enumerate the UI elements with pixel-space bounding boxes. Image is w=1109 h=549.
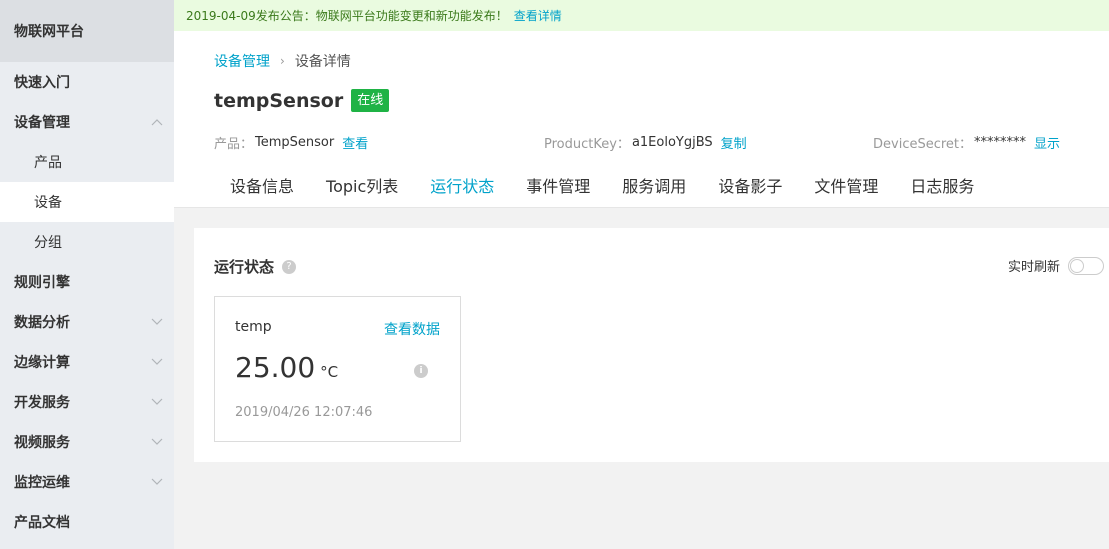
device-tabs: 设备信息 Topic列表 运行状态 事件管理 服务调用 设备影子 文件管理 日志服务 (214, 167, 990, 208)
device-header: 设备管理 › 设备详情 tempSensor 在线 产品： TempSensor… (174, 31, 1109, 208)
sidebar-title: 物联网平台 (0, 0, 174, 62)
sidebar-item[interactable]: 分组 (0, 222, 174, 262)
device-meta-row: 产品： TempSensor 查看 ProductKey： a1EoloYgjB… (214, 133, 1094, 153)
runtime-status-panel: 运行状态 ? 实时刷新 temp 查看数据 25.00 °C i 2019/04… (194, 228, 1109, 462)
chevron-down-icon[interactable] (150, 395, 164, 409)
chevron-down-icon[interactable] (150, 435, 164, 449)
device-name: tempSensor (214, 89, 344, 112)
sidebar-item-label: 设备管理 (14, 115, 70, 131)
sidebar-item-label: 产品文档 (14, 515, 70, 531)
sidebar-item-label: 开发服务 (14, 395, 70, 411)
realtime-refresh: 实时刷新 (1008, 256, 1104, 275)
realtime-refresh-label: 实时刷新 (1007, 260, 1060, 275)
panel-title-row: 运行状态 ? (214, 256, 297, 277)
devicesecret-value: ******** (974, 135, 1027, 150)
sidebar-item-label: 产品 (34, 155, 62, 171)
device-title-row: tempSensor 在线 (214, 89, 390, 112)
sidebar-item-label: 设备 (34, 195, 62, 211)
tab[interactable]: 设备影子 (702, 167, 798, 208)
view-product-link[interactable]: 查看 (342, 133, 368, 152)
breadcrumb: 设备管理 › 设备详情 (214, 51, 351, 71)
breadcrumb-device-detail: 设备详情 (294, 54, 351, 70)
tab[interactable]: 设备信息 (214, 167, 310, 208)
chevron-down-icon[interactable] (150, 475, 164, 489)
sidebar-item[interactable]: 产品 (0, 142, 174, 182)
header-divider (174, 207, 1109, 208)
sidebar-item[interactable]: 数据分析 (0, 302, 174, 342)
property-unit: °C (320, 363, 339, 381)
chevron-down-icon[interactable] (150, 355, 164, 369)
announcement-bar: 2019-04-09发布公告：物联网平台功能变更和新功能发布！ 查看详情 (174, 0, 1109, 31)
property-card: temp 查看数据 25.00 °C i 2019/04/26 12:07:46 (214, 296, 461, 442)
tab[interactable]: 日志服务 (894, 167, 990, 208)
sidebar-item-label: 规则引擎 (14, 275, 70, 291)
sidebar-item[interactable]: 产品文档 (0, 502, 174, 542)
sidebar-item-label: 视频服务 (14, 435, 70, 451)
sidebar-item-label: 快速入门 (14, 75, 70, 91)
sidebar: 物联网平台 快速入门设备管理产品设备分组规则引擎数据分析边缘计算开发服务视频服务… (0, 0, 174, 549)
product-meta: 产品： TempSensor 查看 (214, 133, 368, 152)
info-icon[interactable]: i (414, 364, 428, 378)
sidebar-item[interactable]: 视频服务 (0, 422, 174, 462)
tab[interactable]: 事件管理 (510, 167, 606, 208)
product-value: TempSensor (255, 135, 335, 150)
property-name: temp (235, 319, 272, 335)
productkey-label: ProductKey： (544, 137, 630, 152)
help-icon[interactable]: ? (282, 259, 297, 274)
sidebar-item[interactable]: 快速入门 (0, 62, 174, 102)
chevron-up-icon[interactable] (150, 115, 164, 129)
sidebar-menu: 快速入门设备管理产品设备分组规则引擎数据分析边缘计算开发服务视频服务监控运维产品… (0, 62, 174, 542)
announcement-text: 2019-04-09发布公告：物联网平台功能变更和新功能发布！ (186, 9, 508, 23)
show-secret-link[interactable]: 显示 (1034, 133, 1060, 152)
sidebar-item-label: 数据分析 (14, 315, 70, 331)
product-label: 产品： (214, 137, 254, 152)
tab[interactable]: 运行状态 (414, 167, 511, 208)
breadcrumb-device-management[interactable]: 设备管理 (214, 51, 270, 71)
devicesecret-label: DeviceSecret： (873, 137, 973, 152)
sidebar-item-label: 边缘计算 (14, 355, 70, 371)
tab[interactable]: 服务调用 (606, 167, 702, 208)
property-value: 25.00 (235, 351, 316, 384)
sidebar-item[interactable]: 设备管理 (0, 102, 174, 142)
status-badge: 在线 (351, 89, 390, 112)
view-data-link[interactable]: 查看数据 (384, 319, 440, 339)
sidebar-item[interactable]: 边缘计算 (0, 342, 174, 382)
productkey-meta: ProductKey： a1EoloYgjBS 复制 (544, 133, 747, 152)
sidebar-item[interactable]: 设备 (0, 182, 174, 222)
sidebar-item[interactable]: 规则引擎 (0, 262, 174, 302)
sidebar-item-label: 监控运维 (14, 475, 70, 491)
announcement-details-link[interactable]: 查看详情 (514, 7, 562, 24)
property-timestamp: 2019/04/26 12:07:46 (235, 405, 373, 420)
copy-productkey-link[interactable]: 复制 (721, 133, 747, 152)
chevron-down-icon[interactable] (150, 315, 164, 329)
toggle-knob (1070, 258, 1084, 273)
sidebar-item-label: 分组 (34, 235, 62, 251)
sidebar-item[interactable]: 监控运维 (0, 462, 174, 502)
realtime-refresh-toggle[interactable] (1068, 256, 1104, 275)
sidebar-item[interactable]: 开发服务 (0, 382, 174, 422)
panel-title: 运行状态 (214, 258, 275, 276)
tab[interactable]: Topic列表 (310, 167, 414, 208)
property-value-row: 25.00 °C (235, 351, 338, 384)
devicesecret-meta: DeviceSecret： ******** 显示 (873, 133, 1060, 152)
tab[interactable]: 文件管理 (798, 167, 894, 208)
productkey-value: a1EoloYgjBS (631, 135, 713, 150)
breadcrumb-separator-icon: › (280, 54, 285, 68)
